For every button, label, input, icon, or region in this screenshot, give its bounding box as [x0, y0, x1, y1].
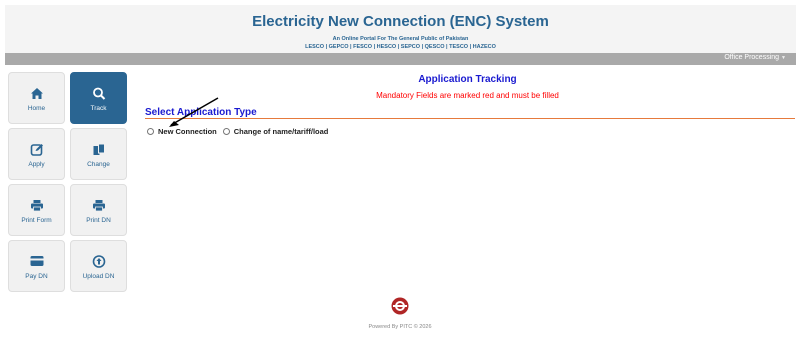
- app-subtitle: An Online Portal For The General Public …: [332, 36, 469, 42]
- new-connection-radio[interactable]: [147, 128, 154, 135]
- app-header: Electricity New Connection (ENC) System …: [5, 5, 796, 54]
- top-bar: Office Processing ▼: [5, 53, 796, 65]
- sidebar-item-track[interactable]: Track: [70, 72, 127, 124]
- sidebar-item-label: Upload DN: [82, 273, 115, 280]
- section-divider: [145, 118, 795, 119]
- search-icon: [92, 87, 105, 100]
- sidebar-item-label: Print DN: [86, 217, 111, 224]
- company-list: LESCO | GEPCO | FESCO | HESCO | SEPCO | …: [305, 44, 496, 50]
- sidebar-item-label: Home: [27, 105, 46, 112]
- powered-by-text: Powered By PITC © 2026: [368, 324, 432, 330]
- sidebar-item-label: Print Form: [21, 217, 52, 224]
- sidebar-item-label: Track: [90, 105, 107, 112]
- sidebar-item-change[interactable]: Change: [70, 128, 127, 180]
- caret-down-icon: ▼: [781, 55, 786, 61]
- mandatory-notice: Mandatory Fields are marked red and must…: [376, 91, 559, 100]
- upload-icon: [92, 255, 105, 268]
- home-icon: [30, 88, 43, 99]
- sidebar-item-print-dn[interactable]: Print DN: [70, 184, 127, 236]
- sidebar-item-home[interactable]: Home: [8, 72, 65, 124]
- sidebar-item-pay-dn[interactable]: Pay DN: [8, 240, 65, 292]
- sidebar-item-label: Pay DN: [25, 273, 48, 280]
- change-radio[interactable]: [222, 128, 230, 135]
- page-title: Application Tracking: [418, 74, 517, 85]
- pitc-logo-icon: [391, 297, 409, 315]
- sidebar-item-label: Change: [87, 161, 110, 168]
- print-icon: [30, 200, 43, 212]
- app-title: Electricity New Connection (ENC) System: [252, 13, 549, 30]
- print-icon: [92, 200, 105, 212]
- office-processing-menu[interactable]: Office Processing ▼: [724, 54, 786, 61]
- pointer-arrow-icon: [169, 97, 219, 127]
- change-label: Change of name/tariff/load: [233, 127, 329, 136]
- sidebar-item-apply[interactable]: Apply: [8, 128, 65, 180]
- credit-card-icon: [30, 256, 43, 266]
- copy-icon: [93, 143, 105, 155]
- edit-icon: [30, 144, 43, 156]
- sidebar-item-label: Apply: [28, 161, 45, 168]
- change-option[interactable]: Change of name/tariff/load: [222, 127, 329, 136]
- sidebar-item-upload-dn[interactable]: Upload DN: [70, 240, 127, 292]
- sidebar-item-print-form[interactable]: Print Form: [8, 184, 65, 236]
